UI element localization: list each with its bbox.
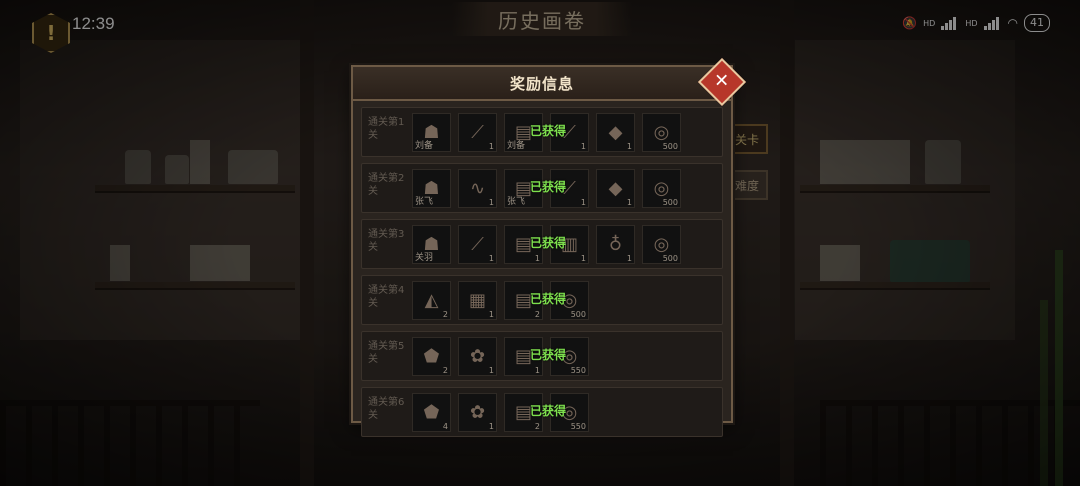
ore-icon: ◆ xyxy=(608,178,623,199)
item-count: 500 xyxy=(662,254,678,263)
reward-item-slot[interactable]: ◆ 1 xyxy=(596,113,635,152)
item-count: 500 xyxy=(570,310,586,319)
reward-item-slot[interactable]: ◎ 500 xyxy=(642,169,681,208)
reward-item-slot[interactable]: ♁ 1 xyxy=(596,225,635,264)
reward-item-slot[interactable]: ✿ 1 xyxy=(458,337,497,376)
item-count: 1 xyxy=(488,422,494,431)
reward-item-slot[interactable]: ◎ 500 xyxy=(642,113,681,152)
item-count: 1 xyxy=(580,198,586,207)
item-name: 刘备 xyxy=(507,141,526,151)
reward-item-slot[interactable]: ◎ 500 xyxy=(642,225,681,264)
reward-row: 通关第1关 ☗ 刘备 ⟋ 1 ▤ 刘备 ⟋ 1 ◆ 1 ◎ 500 已获得 xyxy=(361,107,723,157)
item-count: 1 xyxy=(488,198,494,207)
item-count: 2 xyxy=(442,310,448,319)
stone-icon: ⬟ xyxy=(423,346,440,367)
row-stage-label: 通关第3关 xyxy=(368,229,405,253)
obtained-label: 已获得 xyxy=(530,348,567,362)
herb-icon: ✿ xyxy=(469,346,486,367)
item-count: 1 xyxy=(580,254,586,263)
item-count: 4 xyxy=(442,422,448,431)
item-count: 2 xyxy=(534,310,540,319)
coin-icon: ◎ xyxy=(653,234,670,255)
sword-icon: ⟋ xyxy=(471,122,484,143)
dialog-header: 奖励信息 xyxy=(353,67,731,101)
reward-info-dialog: 奖励信息 ✕ 通关第1关 ☗ 刘备 ⟋ 1 ▤ 刘备 ⟋ 1 ◆ 1 ◎ 500 已获得 通关第2关 ☗ 张飞 ∿… xyxy=(351,57,747,437)
item-count: 2 xyxy=(534,422,540,431)
herb-icon: ✿ xyxy=(469,402,486,423)
reward-row: 通关第2关 ☗ 张飞 ∿ 1 ▤ 张飞 ⟋ 1 ◆ 1 ◎ 500 已获得 xyxy=(361,163,723,213)
row-stage-label: 通关第1关 xyxy=(368,117,405,141)
item-count: 2 xyxy=(442,366,448,375)
item-count: 500 xyxy=(662,198,678,207)
item-name: 刘备 xyxy=(415,141,434,151)
obtained-label: 已获得 xyxy=(530,236,567,250)
item-count: 1 xyxy=(626,254,632,263)
reward-item-slot[interactable]: ☗ 关羽 xyxy=(412,225,451,264)
row-stage-label: 通关第6关 xyxy=(368,397,405,421)
reward-row: 通关第5关 ⬟ 2 ✿ 1 ▤ 1 ◎ 550 已获得 xyxy=(361,331,723,381)
obtained-label: 已获得 xyxy=(530,180,567,194)
reward-item-slot[interactable]: ✿ 1 xyxy=(458,393,497,432)
stone-icon: ⬟ xyxy=(423,402,440,423)
item-count: 1 xyxy=(580,142,586,151)
item-name: 关羽 xyxy=(415,253,434,263)
reward-row: 通关第4关 ◭ 2 ▦ 1 ▤ 2 ◎ 500 已获得 xyxy=(361,275,723,325)
reward-item-slot[interactable]: ⬟ 2 xyxy=(412,337,451,376)
item-count: 1 xyxy=(488,254,494,263)
item-count: 1 xyxy=(626,198,632,207)
reward-item-slot[interactable]: ☗ 刘备 xyxy=(412,113,451,152)
row-stage-label: 通关第4关 xyxy=(368,285,405,309)
reward-item-slot[interactable]: ◆ 1 xyxy=(596,169,635,208)
obtained-label: 已获得 xyxy=(530,292,567,306)
reward-row: 通关第3关 ☗ 关羽 ⟋ 1 ▤ 1 ▥ 1 ♁ 1 ◎ 500 已获得 xyxy=(361,219,723,269)
reward-item-slot[interactable]: ◭ 2 xyxy=(412,281,451,320)
reward-item-slot[interactable]: ∿ 1 xyxy=(458,169,497,208)
item-count: 550 xyxy=(570,422,586,431)
shirt-icon: ▦ xyxy=(468,290,486,311)
coin-icon: ◎ xyxy=(653,122,670,143)
reward-item-slot[interactable]: ⟋ 1 xyxy=(458,225,497,264)
reward-item-slot[interactable]: ☗ 张飞 xyxy=(412,169,451,208)
coin-icon: ◎ xyxy=(653,178,670,199)
obtained-label: 已获得 xyxy=(530,124,567,138)
ore-icon: ◆ xyxy=(608,122,623,143)
item-count: 550 xyxy=(570,366,586,375)
close-icon: ✕ xyxy=(714,71,730,92)
obtained-label: 已获得 xyxy=(530,404,567,418)
item-count: 1 xyxy=(488,310,494,319)
item-count: 500 xyxy=(662,142,678,151)
item-count: 1 xyxy=(626,142,632,151)
blade-icon: ⟋ xyxy=(471,234,484,255)
dialog-title: 奖励信息 xyxy=(509,74,574,93)
item-count: 1 xyxy=(534,254,540,263)
row-stage-label: 通关第2关 xyxy=(368,173,405,197)
item-count: 1 xyxy=(534,366,540,375)
reward-item-slot[interactable]: ⬟ 4 xyxy=(412,393,451,432)
reward-item-slot[interactable]: ⟋ 1 xyxy=(458,113,497,152)
reward-row: 通关第6关 ⬟ 4 ✿ 1 ▤ 2 ◎ 550 已获得 xyxy=(361,387,723,437)
item-count: 1 xyxy=(488,142,494,151)
row-stage-label: 通关第5关 xyxy=(368,341,405,365)
whip-icon: ∿ xyxy=(469,178,486,199)
item-name: 张飞 xyxy=(415,197,434,207)
reward-item-slot[interactable]: ▦ 1 xyxy=(458,281,497,320)
cloak-icon: ◭ xyxy=(424,290,439,311)
item-name: 张飞 xyxy=(507,197,526,207)
gourd-icon: ♁ xyxy=(608,234,623,255)
item-count: 1 xyxy=(488,366,494,375)
reward-list[interactable]: 通关第1关 ☗ 刘备 ⟋ 1 ▤ 刘备 ⟋ 1 ◆ 1 ◎ 500 已获得 通关第2关 ☗ 张飞 ∿ 1 ▤ 张飞 ⟋ 1 ◆… xyxy=(361,107,723,443)
